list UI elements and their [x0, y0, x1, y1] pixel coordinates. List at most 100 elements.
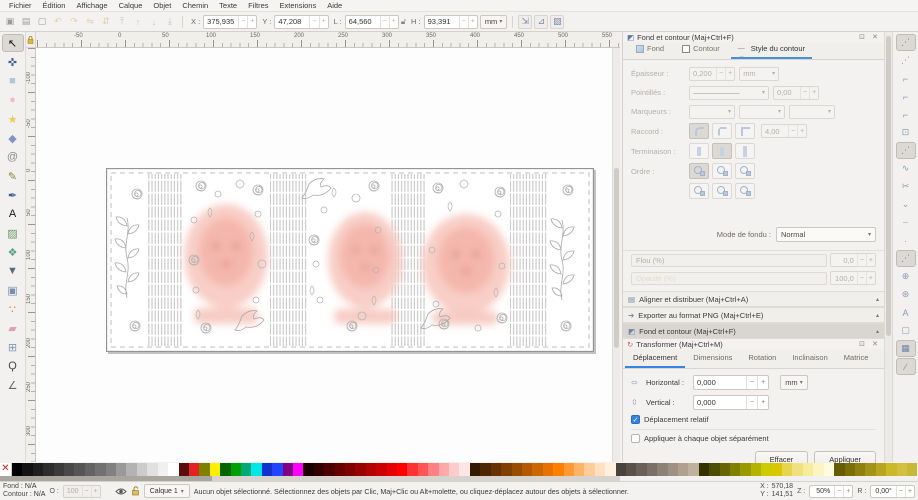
palette-swatch[interactable]	[64, 463, 74, 476]
snap-bbox-button[interactable]: ⋰	[896, 52, 916, 69]
palette-swatch[interactable]	[439, 463, 449, 476]
palette-swatch[interactable]	[387, 463, 397, 476]
palette-swatch[interactable]	[897, 463, 907, 476]
palette-swatch[interactable]	[231, 463, 241, 476]
tool-measure-button[interactable]: ∠	[2, 376, 24, 394]
menu-item[interactable]: Fichier	[4, 0, 37, 11]
order-2-button[interactable]	[712, 163, 732, 179]
palette-swatch[interactable]	[855, 463, 865, 476]
palette-swatch[interactable]	[12, 463, 22, 476]
current-layer-dropdown[interactable]: Calque 1▾	[144, 484, 190, 498]
y-decrement[interactable]: −	[309, 16, 318, 28]
snap-path-button[interactable]: ∿	[896, 160, 916, 177]
tool-spray-button[interactable]: ∵	[2, 300, 24, 318]
dock-minimize-icon[interactable]: ⊡	[857, 339, 867, 349]
menu-item[interactable]: Calque	[114, 0, 148, 11]
palette-swatch[interactable]	[355, 463, 365, 476]
layer-visibility-eye-icon[interactable]	[115, 487, 127, 496]
palette-swatch[interactable]	[647, 463, 657, 476]
palette-swatch[interactable]	[449, 463, 459, 476]
palette-swatch[interactable]	[522, 463, 532, 476]
no-color-swatch[interactable]: ✕	[0, 463, 12, 476]
palette-swatch[interactable]	[730, 463, 740, 476]
palette-swatch[interactable]	[491, 463, 501, 476]
palette-swatch[interactable]	[397, 463, 407, 476]
snap-grid-button[interactable]: ▦	[896, 340, 916, 357]
palette-swatch[interactable]	[688, 463, 698, 476]
palette-swatch[interactable]	[803, 463, 813, 476]
palette-swatch[interactable]	[824, 463, 834, 476]
toolbar-lower-button[interactable]: ↓	[147, 15, 161, 29]
stroke-width-unit-dropdown[interactable]: mm▾	[739, 67, 779, 81]
snap-others-button[interactable]: ⋰	[896, 250, 916, 267]
width-increment[interactable]: +	[389, 16, 398, 28]
transform-tab-item[interactable]: Rotation	[740, 349, 784, 368]
tool-ellipse-button[interactable]: ●	[2, 91, 24, 109]
height-increment[interactable]: +	[468, 16, 477, 28]
opacity-slider[interactable]: Opacité (%)	[631, 272, 827, 285]
tool-text-button[interactable]: A	[2, 205, 24, 223]
palette-swatch[interactable]	[158, 463, 168, 476]
palette-swatch[interactable]	[335, 463, 345, 476]
y-increment[interactable]: +	[319, 16, 328, 28]
palette-swatch[interactable]	[33, 463, 43, 476]
apply-separately-checkbox[interactable]	[631, 434, 640, 443]
snap-bbox-edge-button[interactable]: ⌐	[896, 70, 916, 87]
rotation-field[interactable]: 0,00°−+	[870, 485, 915, 498]
toolbar-rotate-cw-button[interactable]: ↷	[67, 15, 81, 29]
join-round-button[interactable]	[689, 123, 709, 139]
palette-swatch[interactable]	[251, 463, 261, 476]
transform-unit-dropdown[interactable]: mm▾	[780, 375, 808, 390]
palette-swatch[interactable]	[54, 463, 64, 476]
join-bevel-button[interactable]	[712, 123, 732, 139]
palette-swatch[interactable]	[85, 463, 95, 476]
zoom-field[interactable]: 50%−+	[809, 485, 853, 498]
tool-gradient-button[interactable]: ▨	[2, 224, 24, 242]
snap-path-intersection-button[interactable]: ✂	[896, 178, 916, 195]
palette-swatch[interactable]	[699, 463, 709, 476]
menu-item[interactable]: Chemin	[177, 0, 213, 11]
palette-swatch[interactable]	[43, 463, 53, 476]
x-decrement[interactable]: −	[238, 16, 247, 28]
menu-item[interactable]: Filtres	[243, 0, 273, 11]
palette-swatch[interactable]	[407, 463, 417, 476]
menu-item[interactable]: Édition	[38, 0, 71, 11]
palette-swatch[interactable]	[293, 463, 303, 476]
transform-tab-item[interactable]: Inclinaison	[784, 349, 835, 368]
toolbar-select-all-layers-button[interactable]: ▤	[19, 15, 33, 29]
palette-swatch[interactable]	[137, 463, 147, 476]
palette-swatch[interactable]	[543, 463, 553, 476]
relative-move-checkbox[interactable]: ✓	[631, 415, 640, 424]
lock-ratio-icon[interactable]: 🔓︎	[401, 17, 406, 27]
tool-box-3d-button[interactable]: ◆	[2, 129, 24, 147]
palette-swatch[interactable]	[512, 463, 522, 476]
palette-swatch[interactable]	[584, 463, 594, 476]
transform-tab-item[interactable]: Déplacement	[625, 349, 685, 368]
snap-nodes-button[interactable]: ⋰	[896, 142, 916, 159]
palette-swatch[interactable]	[116, 463, 126, 476]
palette-swatch[interactable]	[74, 463, 84, 476]
palette-swatch[interactable]	[605, 463, 615, 476]
marker-end-dropdown[interactable]: ▾	[789, 105, 835, 119]
palette-swatch[interactable]	[428, 463, 438, 476]
height-value[interactable]: 93,391	[425, 17, 459, 26]
transform-dialog-header[interactable]: ↻ Transformer (Maj+Ctrl+M) ⊡ ✕	[623, 339, 884, 349]
palette-swatch[interactable]	[283, 463, 293, 476]
palette-swatch[interactable]	[22, 463, 32, 476]
palette-swatch[interactable]	[709, 463, 719, 476]
snap-rotation-center-button[interactable]: ⊛	[896, 286, 916, 303]
tool-tweak-button[interactable]: ❖	[2, 243, 24, 261]
order-5-button[interactable]	[712, 183, 732, 199]
tool-connector-button[interactable]: ⊞	[2, 338, 24, 356]
blend-mode-dropdown[interactable]: Normal▾	[776, 227, 876, 242]
collapsed-bar-fill-stroke[interactable]: ◩ Fond et contour (Maj+Ctrl+F) ▴	[623, 323, 884, 339]
vertical-ruler[interactable]: -100-50050100150200250300	[26, 48, 36, 462]
blur-slider[interactable]: Flou (%)	[631, 254, 827, 267]
dash-offset-field[interactable]: 0,00−+	[773, 86, 819, 100]
y-field[interactable]: 47,208−+	[274, 15, 328, 29]
toolbar-deselect-button[interactable]: ▢	[35, 15, 49, 29]
order-4-button[interactable]	[689, 183, 709, 199]
palette-swatch[interactable]	[314, 463, 324, 476]
palette-swatch[interactable]	[876, 463, 886, 476]
palette-swatch[interactable]	[834, 463, 844, 476]
